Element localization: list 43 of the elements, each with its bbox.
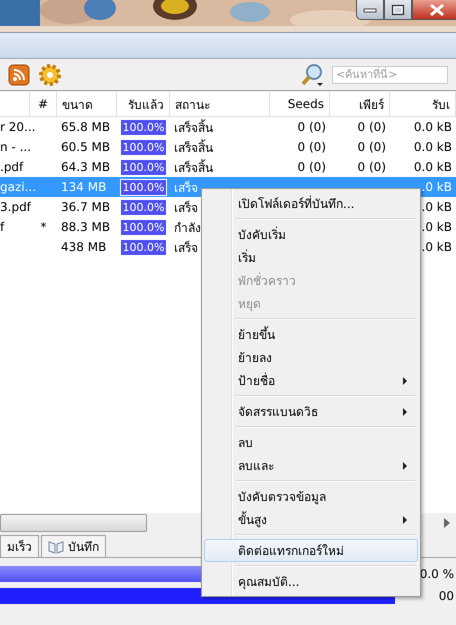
table-cell: 3.pdf [0, 200, 31, 214]
table-cell: .0 kB [422, 180, 452, 194]
table-cell: 65.8 MB [61, 120, 110, 134]
progress-bar: 100.0% [121, 160, 166, 174]
table-cell: n - ... [0, 140, 32, 154]
progress-bar: 100.0% [121, 120, 166, 134]
table-cell: r 20... [0, 120, 36, 134]
table-cell: 36.7 MB [61, 200, 110, 214]
progress-bar: 100.0% [121, 220, 166, 234]
progress-bar: 100.0% [121, 180, 166, 194]
table-cell: 60.5 MB [61, 140, 110, 154]
table-cell: 0 (0) [298, 140, 326, 154]
table-cell: 438 MB [61, 240, 106, 254]
table-cell-text: เสร็จ [174, 180, 198, 196]
table-cell: .0 kB [422, 220, 452, 234]
table-cell: 0 (0) [358, 160, 386, 174]
progress-reading: 0.0 % [420, 567, 455, 581]
progress-bar: 100.0% [121, 240, 166, 254]
table-cell: .pdf [0, 160, 24, 174]
table-cell: f [0, 220, 4, 234]
table-cell-text: เสร็จ [174, 240, 198, 256]
table-cell: * [40, 220, 46, 234]
table-cell: 88.3 MB [61, 220, 110, 234]
table-cell: 0 (0) [298, 160, 326, 174]
table-cell-text: เสร็จสิ้น [174, 138, 213, 156]
table-cell: 0 (0) [298, 120, 326, 134]
table-cell: .0 kB [422, 240, 452, 254]
table-cell: 0.0 kB [414, 120, 452, 134]
progress-reading: 00 [438, 589, 455, 603]
progress-bar: 100.0% [121, 200, 166, 214]
table-cell: gazi... [0, 180, 36, 194]
table-cell-text: เสร็จสิ้น [174, 118, 213, 136]
table-cell-text: เสร็จสิ้น [174, 158, 213, 176]
table-cell: 134 MB [61, 180, 106, 194]
table-cell: 0.0 kB [414, 160, 452, 174]
table-cell-text: เสร็จ [174, 200, 198, 216]
progress-bar: 100.0% [121, 140, 166, 154]
table-cell: 0.0 kB [414, 140, 452, 154]
table-cell-text: กำลัง [174, 220, 201, 236]
table-cell: 64.3 MB [61, 160, 110, 174]
table-cell: 0 (0) [358, 120, 386, 134]
table-cell: 0 (0) [358, 140, 386, 154]
table-cell: .0 kB [422, 200, 452, 214]
